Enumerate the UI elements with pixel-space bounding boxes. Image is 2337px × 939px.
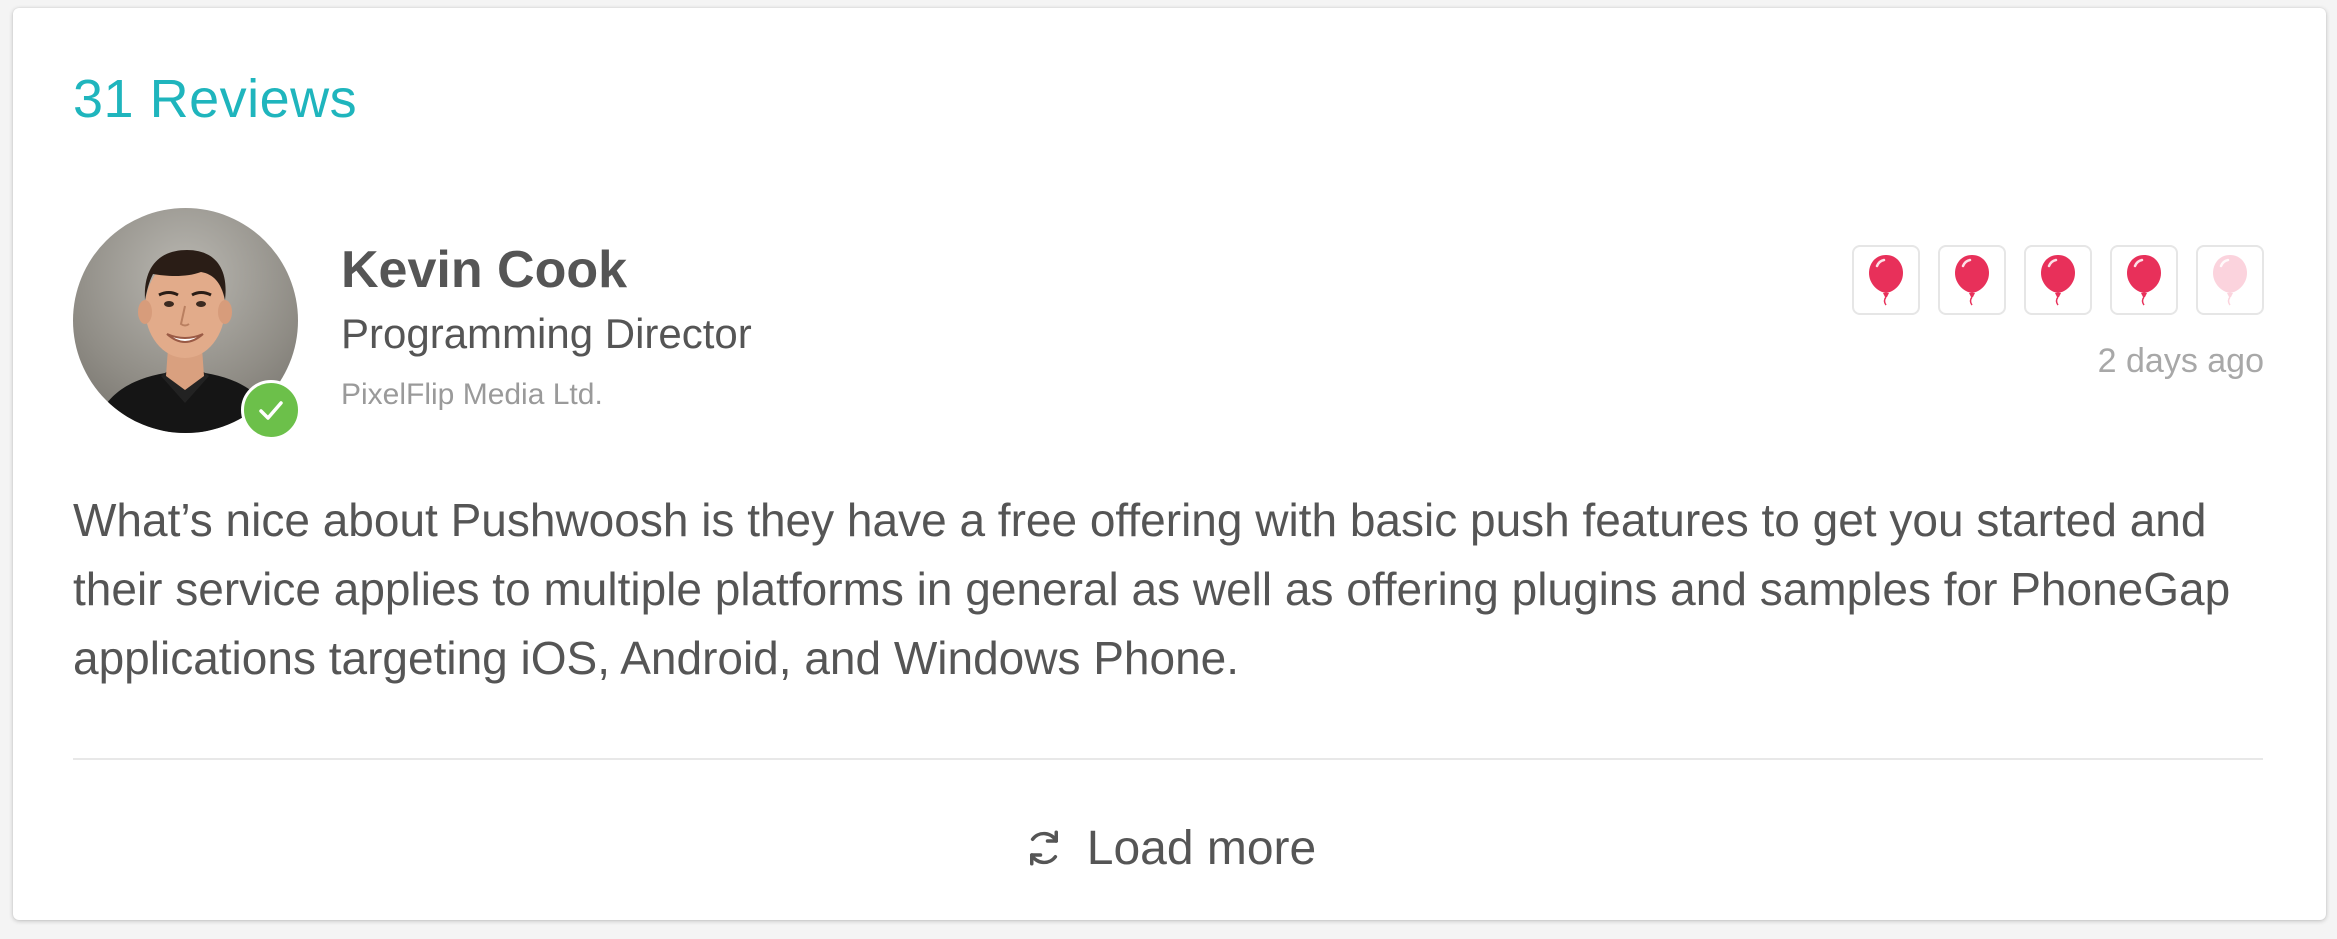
balloon-icon [2127, 255, 2161, 306]
divider [73, 758, 2263, 760]
refresh-icon [1029, 830, 1058, 866]
reviewer-name[interactable]: Kevin Cook [341, 240, 627, 300]
rating-item [2110, 245, 2178, 315]
reviewer-avatar-container[interactable] [73, 208, 301, 440]
rating-item [1852, 245, 1920, 315]
reviewer-company: PixelFlip Media Ltd. [341, 378, 603, 411]
reviewer-job-title: Programming Director [341, 310, 752, 357]
balloon-icon [2041, 255, 2075, 306]
verified-badge [241, 380, 301, 440]
rating-item [2196, 245, 2264, 315]
review-card: 31 Reviews Kevin Cook Programming Direct… [13, 8, 2326, 920]
balloon-icon [2213, 255, 2247, 306]
review-date: 2 days ago [2097, 342, 2264, 380]
reviews-count-heading: 31 Reviews [73, 69, 358, 129]
rating-item [1938, 245, 2006, 315]
rating-item [2024, 245, 2092, 315]
balloon-icon [1869, 255, 1903, 306]
balloon-icon [1955, 255, 1989, 306]
load-more-label: Load more [1086, 821, 1317, 875]
load-more-button[interactable]: Load more [13, 808, 2326, 888]
review-text: What’s nice about Pushwoosh is they have… [73, 494, 2231, 684]
rating-balloons [1852, 245, 2264, 315]
checkmark-icon [259, 401, 283, 420]
